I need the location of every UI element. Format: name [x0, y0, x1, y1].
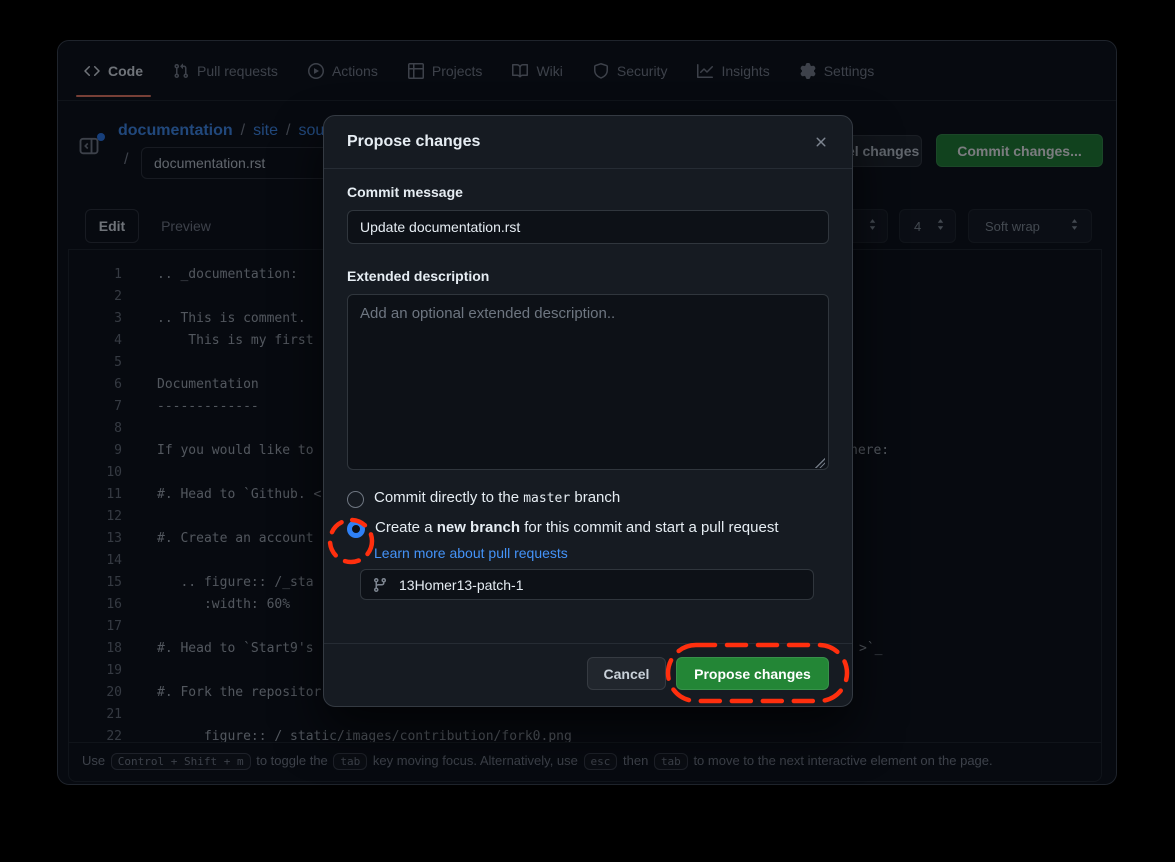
dialog-footer: Cancel Propose changes	[324, 643, 852, 706]
extended-description-textarea[interactable]	[347, 294, 829, 470]
new-branch-name-input[interactable]	[397, 576, 802, 594]
learn-more-link[interactable]: Learn more about pull requests	[374, 545, 568, 561]
radio-create-branch[interactable]: Create a new branch for this commit and …	[347, 519, 829, 541]
branch-name-code: master	[523, 491, 570, 506]
radio-commit-direct[interactable]: Commit directly to the master branch	[347, 489, 829, 511]
dialog-header: Propose changes	[324, 116, 852, 169]
cancel-button[interactable]: Cancel	[587, 657, 666, 690]
git-branch-icon	[372, 577, 388, 593]
commit-message-input[interactable]	[347, 210, 829, 244]
radio-unselected-icon[interactable]	[347, 491, 364, 508]
dialog-title: Propose changes	[347, 133, 480, 151]
new-branch-name-field[interactable]	[360, 569, 814, 600]
propose-changes-dialog: Propose changes Commit message Extended …	[323, 115, 853, 707]
close-icon	[813, 134, 829, 150]
extended-description-label: Extended description	[347, 268, 829, 286]
commit-message-label: Commit message	[347, 184, 829, 202]
radio-selected-icon[interactable]	[347, 520, 365, 538]
close-button[interactable]	[808, 129, 834, 155]
dialog-body: Commit message Extended description Comm…	[324, 169, 852, 615]
propose-changes-button[interactable]: Propose changes	[676, 657, 829, 690]
